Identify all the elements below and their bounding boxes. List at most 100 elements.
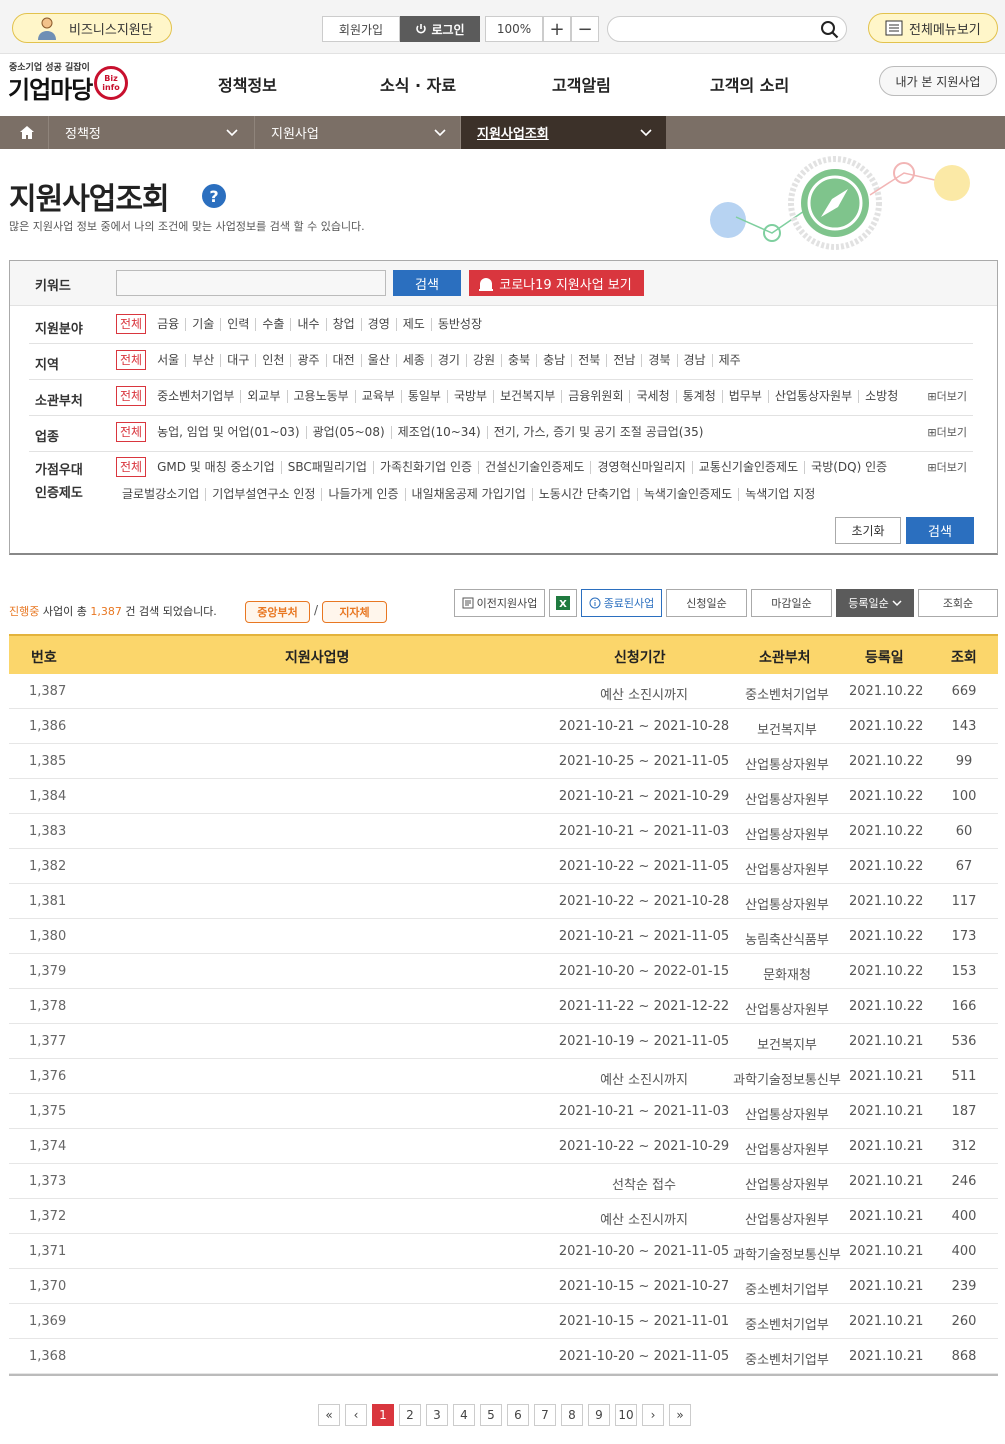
filter-option[interactable]: GMD 및 매칭 중소기업 — [151, 460, 282, 474]
filter-option[interactable]: 기업부설연구소 인정 — [206, 488, 323, 501]
excel-download-button[interactable]: X — [549, 589, 577, 617]
filter-option[interactable]: 나들가게 인증 — [322, 488, 406, 501]
filter-option[interactable]: 녹색기술인증제도 — [638, 488, 740, 501]
dept-more-button[interactable]: ⊞더보기 — [927, 388, 967, 404]
filter-option[interactable]: 농업, 임업 및 어업(01~03) — [151, 425, 307, 439]
table-row[interactable]: 1,3732021년 협동로봇 설치 작업장 안전시스템의 안전성 개선 지원 … — [9, 1164, 998, 1199]
filter-option[interactable]: 동반성장 — [432, 317, 488, 331]
filter-option[interactable]: 소방청 — [859, 389, 904, 403]
table-row[interactable]: 1,3802022년 사회적 농업 활성화 지원 사업시행 공고2021-10-… — [9, 919, 998, 954]
table-row[interactable]: 1,3772021년 스마트 케어(돌봄 · 의료) 서비스 모델 실증 시범사… — [9, 1024, 998, 1059]
table-row[interactable]: 1,3752021년 일본 도쿄 의약품 전시회 한국관 참가기업 모집 공고O… — [9, 1094, 998, 1129]
filter-option[interactable]: 전기, 가스, 증기 및 공기 조절 공급업(35) — [488, 425, 710, 439]
top-search-input[interactable] — [607, 16, 847, 42]
login-button[interactable]: 로그인 — [400, 16, 480, 42]
next-page-button[interactable]: › — [642, 1404, 664, 1426]
help-icon[interactable]: ? — [202, 184, 226, 208]
gnb-notice[interactable]: 고객알림 — [552, 72, 611, 96]
covid19-support-button[interactable]: 코로나19 지원사업 보기 — [469, 270, 644, 296]
filter-option[interactable]: 통일부 — [402, 389, 448, 403]
first-page-button[interactable]: « — [318, 1404, 340, 1426]
home-button[interactable] — [10, 116, 44, 149]
gnb-policy-info[interactable]: 정책정보 — [218, 72, 277, 96]
filter-option[interactable]: 전체 — [116, 422, 147, 442]
filter-option[interactable]: 충북 — [502, 353, 538, 367]
page-button[interactable]: 1 — [372, 1404, 394, 1426]
table-row[interactable]: 1,3782022년 제1회 신제품(NEP)인증 신규신청 및 유효기간 연장… — [9, 989, 998, 1024]
table-row[interactable]: 1,3852022년 이태리 밀라노 광학전시회 참가기업 모집 공고ON-LI… — [9, 744, 998, 779]
gnb-news-data[interactable]: 소식 · 자료 — [380, 72, 456, 96]
site-logo[interactable]: 기업마당 — [8, 70, 93, 105]
filter-option[interactable]: 제주 — [713, 353, 747, 367]
breadcrumb-support[interactable]: 지원사업 — [254, 116, 460, 149]
filter-option[interactable]: 글로벌강소기업 — [116, 488, 207, 501]
page-button[interactable]: 4 — [453, 1404, 475, 1426]
table-row[interactable]: 1,3872021년 10월 소상공인 정책자금(공단 대리대출) 접수 계획 … — [9, 674, 998, 709]
page-button[interactable]: 10 — [615, 1404, 637, 1426]
breadcrumb-search[interactable]: 지원사업조회 — [460, 116, 666, 149]
page-button[interactable]: 2 — [399, 1404, 421, 1426]
filter-option[interactable]: 고용노동부 — [288, 389, 356, 403]
local-gov-button[interactable]: 지자체 — [322, 601, 387, 623]
table-row[interactable]: 1,3822022년 독일 슈투트가르트 R+T 차양 전문 전시회 한국관 업… — [9, 849, 998, 884]
prev-page-button[interactable]: ‹ — [345, 1404, 367, 1426]
sort-views[interactable]: 조회순 — [918, 589, 998, 617]
previous-projects-button[interactable]: 이전지원사업 — [454, 589, 545, 617]
filter-option[interactable]: 경북 — [642, 353, 678, 367]
zoom-in-button[interactable]: + — [543, 16, 571, 42]
filter-option[interactable]: 부산 — [186, 353, 222, 367]
filter-option[interactable]: 경남 — [678, 353, 713, 367]
filter-option[interactable]: 전체 — [116, 314, 147, 334]
closed-projects-button[interactable]: 종료된사업 — [581, 589, 662, 617]
zoom-out-button[interactable]: − — [571, 16, 599, 42]
page-button[interactable]: 5 — [480, 1404, 502, 1426]
filter-option[interactable]: 전체 — [116, 386, 147, 406]
filter-option[interactable]: 건설신기술인증제도 — [479, 460, 592, 474]
filter-option[interactable]: 기술 — [186, 317, 222, 331]
filter-search-button[interactable]: 검색 — [906, 517, 974, 544]
filter-option[interactable]: 대구 — [221, 353, 257, 367]
filter-option[interactable]: 산업통상자원부 — [769, 389, 860, 403]
reset-button[interactable]: 초기화 — [835, 517, 901, 544]
filter-option[interactable]: 내일채움공제 가입기업 — [406, 488, 533, 501]
filter-option[interactable]: 경영혁신마일리지 — [591, 460, 693, 474]
filter-option[interactable]: 금융 — [151, 317, 187, 331]
filter-option[interactable]: 세종 — [397, 353, 432, 367]
filter-option[interactable]: 창업 — [327, 317, 362, 331]
filter-option[interactable]: 서울 — [151, 353, 187, 367]
page-button[interactable]: 6 — [507, 1404, 529, 1426]
filter-option[interactable]: 인력 — [221, 317, 257, 331]
table-row[interactable]: 1,3792022년 전통재료 생산기반시설 지원 사업 공모 공고2021-1… — [9, 954, 998, 989]
search-icon[interactable] — [820, 20, 840, 40]
page-button[interactable]: 7 — [534, 1404, 556, 1426]
filter-option[interactable]: 인천 — [256, 353, 292, 367]
filter-option[interactable]: 울산 — [362, 353, 397, 367]
filter-option[interactable]: 강원 — [467, 353, 503, 367]
filter-option[interactable]: 제도 — [397, 317, 432, 331]
filter-option[interactable]: 전체 — [116, 350, 147, 370]
page-button[interactable]: 9 — [588, 1404, 610, 1426]
signup-link[interactable]: 회원가입 — [322, 16, 400, 42]
filter-option[interactable]: 녹색기업 지정 — [739, 488, 821, 501]
table-row[interactable]: 1,3722021년 TRADE-SURE 컨설팅 서비스 지원 안내ON-LI… — [9, 1199, 998, 1234]
breadcrumb-policy[interactable]: 정책정 — [48, 116, 252, 149]
table-row[interactable]: 1,3762021년 ICT 영세기업 클라우드 기반 보안서비스 지원 수요기… — [9, 1059, 998, 1094]
filter-option[interactable]: 보건복지부 — [494, 389, 563, 403]
filter-option[interactable]: 충남 — [537, 353, 573, 367]
central-ministry-button[interactable]: 중앙부처 — [245, 601, 310, 623]
filter-option[interactable]: 금융위원회 — [562, 389, 631, 403]
filter-option[interactable]: 경영 — [362, 317, 397, 331]
filter-option[interactable]: 통계청 — [677, 389, 723, 403]
table-row[interactable]: 1,3692021년 코스콤과 함께하는 장애인 창업 지원사업 모집 공고(코… — [9, 1304, 998, 1339]
filter-option[interactable]: 전북 — [572, 353, 608, 367]
filter-option[interactable]: 전체 — [116, 457, 147, 477]
industry-more-button[interactable]: ⊞더보기 — [927, 424, 967, 440]
filter-option[interactable]: 광업(05~08) — [307, 425, 392, 439]
filter-option[interactable]: 노동시간 단축기업 — [533, 488, 638, 501]
keyword-input[interactable] — [116, 270, 386, 296]
table-row[interactable]: 1,3842021년 Japan IT Week Online 한국관 참가기업… — [9, 779, 998, 814]
business-support-button[interactable]: 비즈니스지원단 — [12, 13, 172, 43]
table-row[interactable]: 1,3712021년 1차 AI 진단 · 컨설팅 및 파일럿 제작 참여기업 … — [9, 1234, 998, 1269]
sort-registered[interactable]: 등록일순 — [836, 589, 914, 617]
table-row[interactable]: 1,3702021년 IBK기업은행 연계 장애인기업(장애인 근로자 및 영세… — [9, 1269, 998, 1304]
